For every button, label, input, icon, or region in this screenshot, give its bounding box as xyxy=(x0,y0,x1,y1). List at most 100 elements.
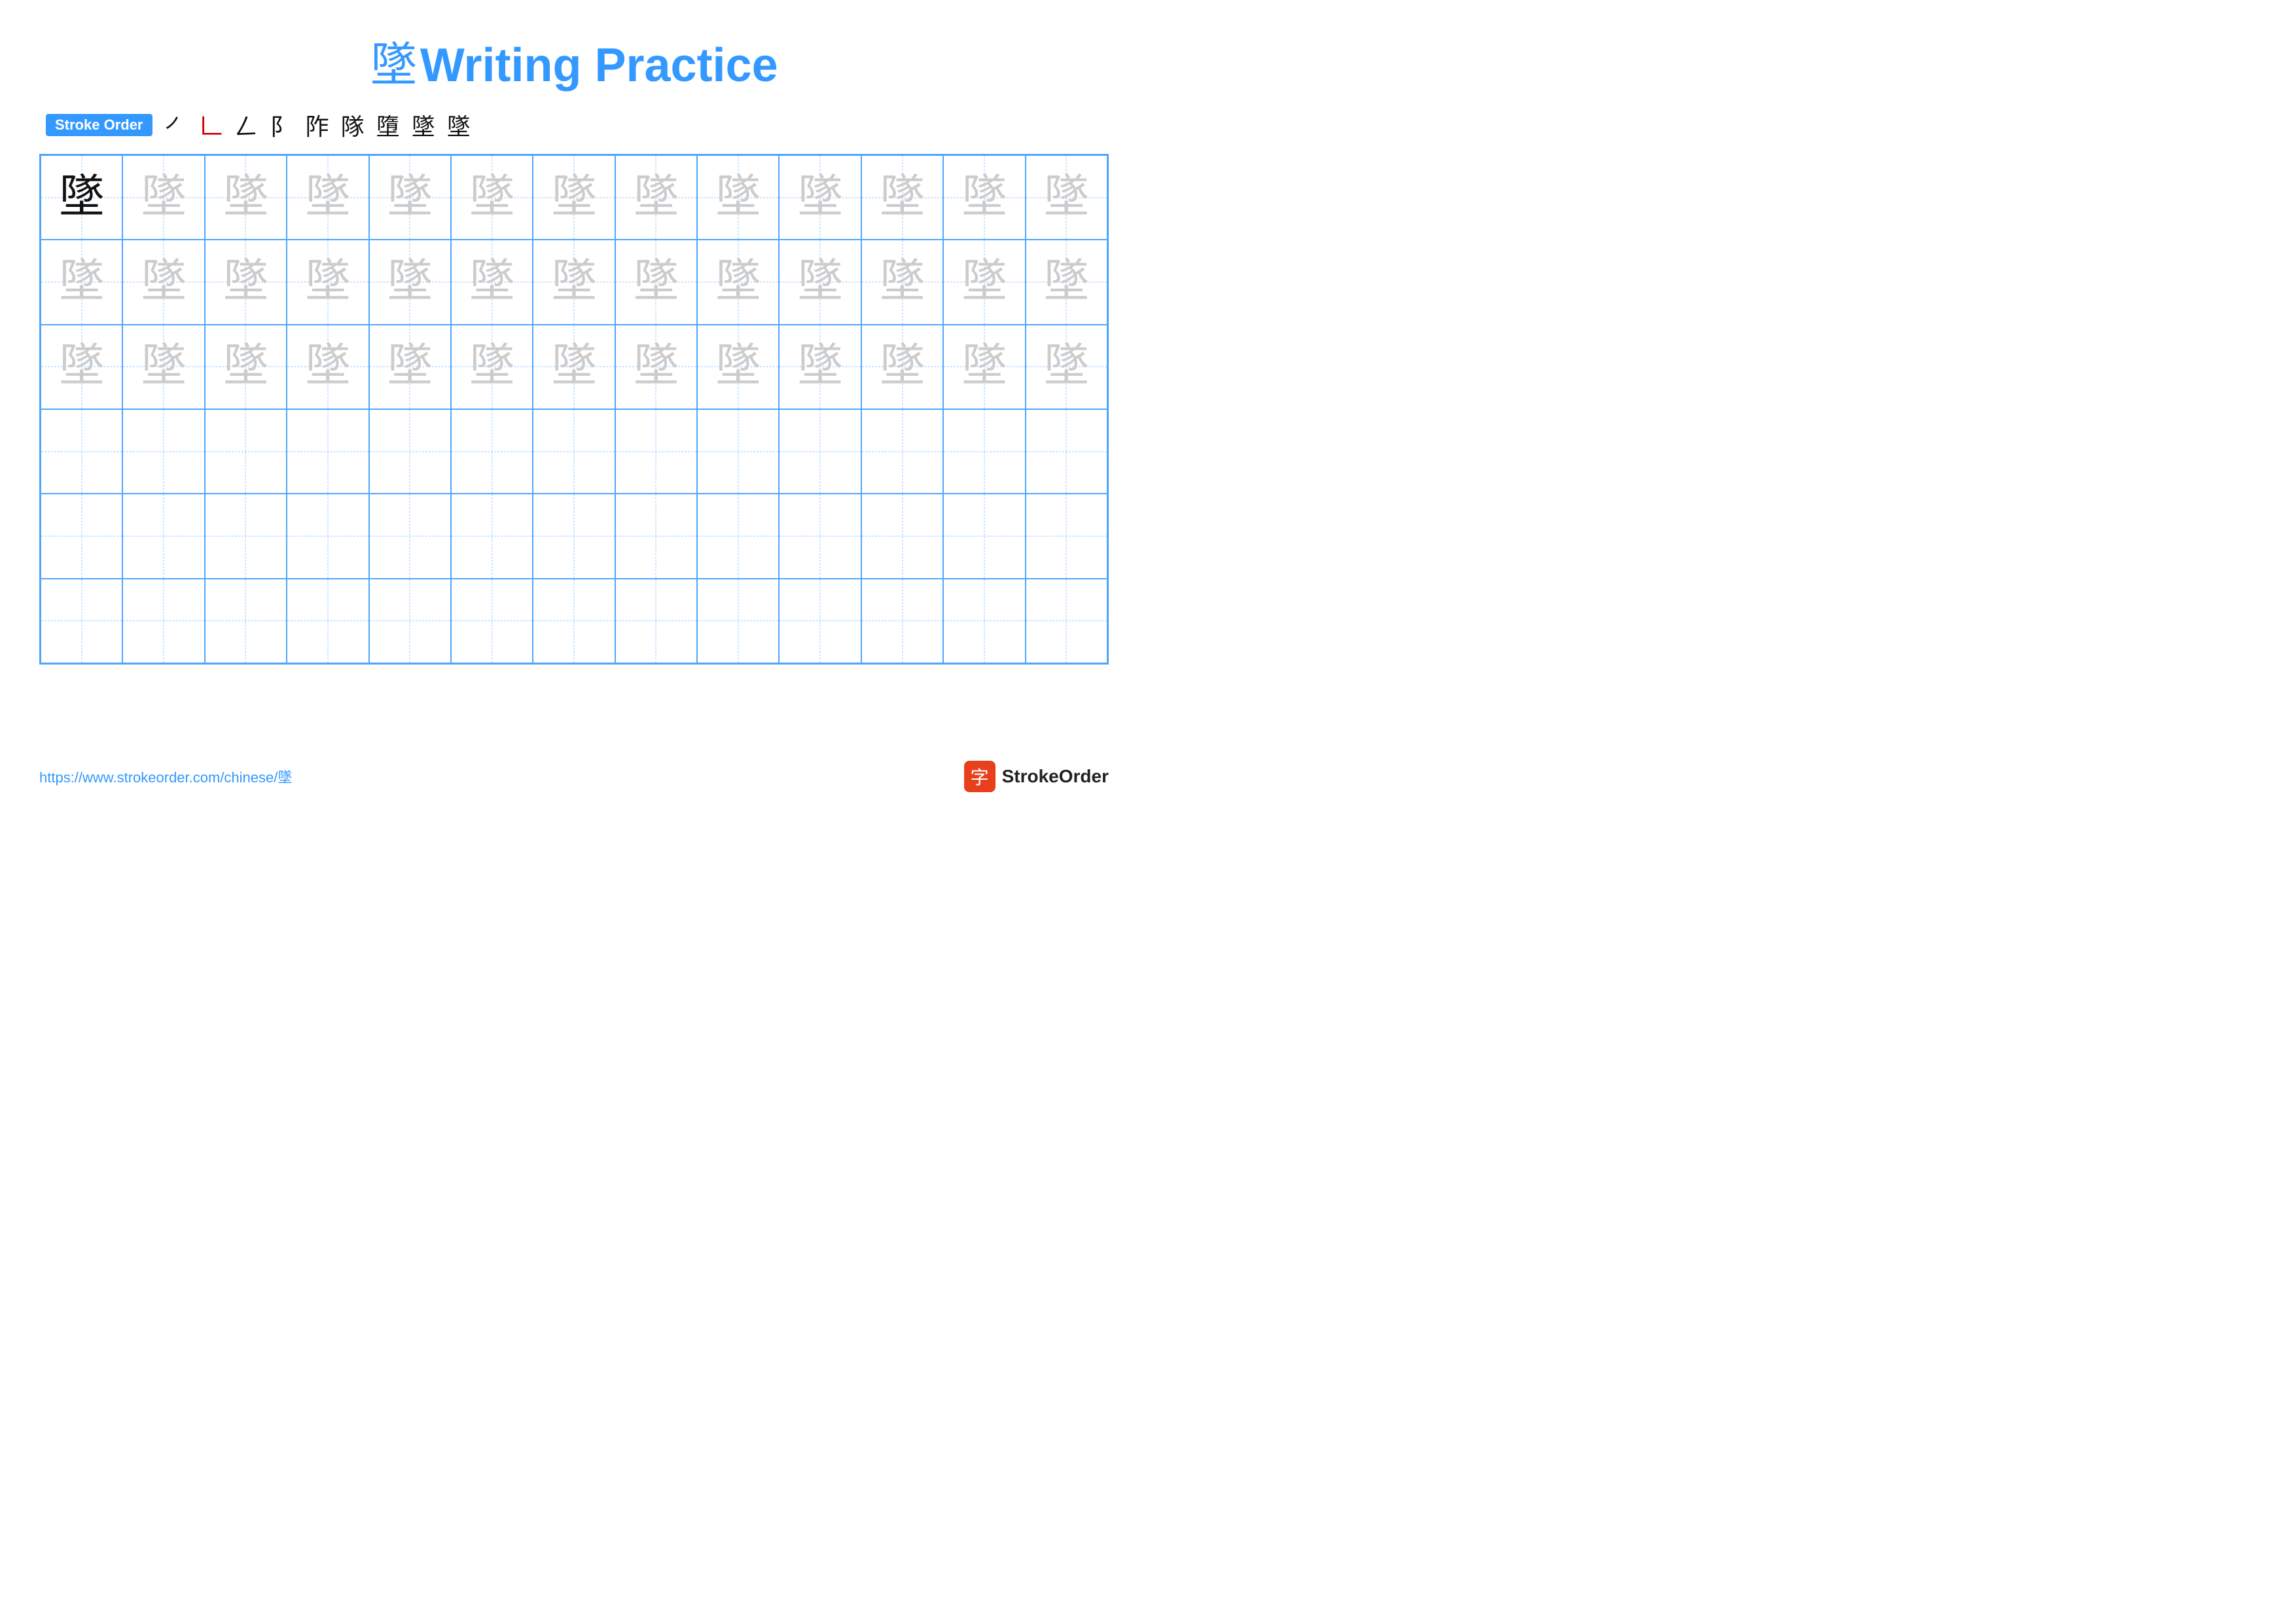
practice-char: 墜 xyxy=(1043,175,1089,221)
grid-cell[interactable]: 墜 xyxy=(697,155,779,240)
practice-char: 墜 xyxy=(469,259,515,305)
grid-cell[interactable] xyxy=(287,409,368,494)
grid-cell[interactable]: 墜 xyxy=(122,240,204,324)
stroke-step-8: 墜 xyxy=(412,108,435,142)
grid-cell[interactable] xyxy=(533,409,615,494)
grid-cell[interactable]: 墜 xyxy=(533,240,615,324)
grid-cell[interactable] xyxy=(205,579,287,663)
grid-cell[interactable] xyxy=(1026,494,1107,578)
grid-cell[interactable] xyxy=(943,579,1025,663)
stroke-step-7: 墮 xyxy=(376,108,400,142)
grid-cell[interactable]: 墜 xyxy=(615,240,697,324)
practice-char: 墜 xyxy=(715,175,761,221)
grid-cell[interactable]: 墜 xyxy=(205,240,287,324)
grid-cell[interactable]: 墜 xyxy=(779,325,861,409)
grid-cell[interactable] xyxy=(122,579,204,663)
grid-cell[interactable] xyxy=(615,409,697,494)
grid-cell[interactable] xyxy=(369,579,451,663)
grid-cell[interactable]: 墜 xyxy=(287,240,368,324)
grid-cell[interactable] xyxy=(41,409,122,494)
grid-cell[interactable]: 墜 xyxy=(122,155,204,240)
grid-cell[interactable] xyxy=(287,579,368,663)
grid-cell[interactable] xyxy=(697,494,779,578)
grid-cell[interactable] xyxy=(287,494,368,578)
grid-cell[interactable]: 墜 xyxy=(697,240,779,324)
practice-char: 墜 xyxy=(59,175,105,221)
grid-cell[interactable] xyxy=(779,409,861,494)
grid-cell[interactable]: 墜 xyxy=(533,325,615,409)
grid-cell[interactable]: 墜 xyxy=(369,155,451,240)
grid-cell[interactable]: 墜 xyxy=(41,240,122,324)
grid-cell[interactable] xyxy=(41,579,122,663)
grid-cell[interactable] xyxy=(122,494,204,578)
grid-cell[interactable] xyxy=(533,579,615,663)
stroke-step-9: 墜 xyxy=(447,108,471,142)
grid-cell[interactable] xyxy=(41,494,122,578)
grid-cell[interactable] xyxy=(1026,409,1107,494)
grid-cell[interactable]: 墜 xyxy=(41,325,122,409)
title-area: 墜 Writing Practice xyxy=(39,26,1109,95)
grid-cell[interactable] xyxy=(697,579,779,663)
grid-cell[interactable]: 墜 xyxy=(451,325,533,409)
grid-cell[interactable]: 墜 xyxy=(205,155,287,240)
stroke-order-badge: Stroke Order xyxy=(46,114,152,136)
grid-cell[interactable]: 墜 xyxy=(369,325,451,409)
grid-cell[interactable]: 墜 xyxy=(451,155,533,240)
grid-cell[interactable]: 墜 xyxy=(861,325,943,409)
practice-char: 墜 xyxy=(1043,259,1089,305)
stroke-step-4: 阝 xyxy=(270,108,294,142)
practice-char: 墜 xyxy=(387,175,433,221)
footer: https://www.strokeorder.com/chinese/墜 字 … xyxy=(39,761,1109,792)
grid-cell[interactable] xyxy=(779,494,861,578)
grid-cell[interactable]: 墜 xyxy=(122,325,204,409)
grid-cell[interactable]: 墜 xyxy=(1026,240,1107,324)
grid-cell[interactable]: 墜 xyxy=(287,155,368,240)
stroke-step-2: 𠃊 xyxy=(200,108,223,142)
grid-cell[interactable] xyxy=(861,494,943,578)
grid-cell[interactable] xyxy=(369,409,451,494)
grid-cell[interactable]: 墜 xyxy=(697,325,779,409)
grid-cell[interactable] xyxy=(943,409,1025,494)
practice-char: 墜 xyxy=(223,259,268,305)
logo-icon: 字 xyxy=(964,761,996,792)
grid-cell[interactable]: 墜 xyxy=(1026,325,1107,409)
grid-cell[interactable]: 墜 xyxy=(779,240,861,324)
grid-cell[interactable] xyxy=(615,579,697,663)
practice-char: 墜 xyxy=(305,175,351,221)
grid-cell[interactable]: 墜 xyxy=(369,240,451,324)
grid-cell[interactable]: 墜 xyxy=(615,155,697,240)
page: 墜 Writing Practice Stroke Order ㇒ 𠃊 𠃋 阝 … xyxy=(0,0,1148,812)
grid-cell[interactable]: 墜 xyxy=(615,325,697,409)
grid-cell[interactable] xyxy=(369,494,451,578)
footer-url[interactable]: https://www.strokeorder.com/chinese/墜 xyxy=(39,766,292,787)
grid-cell[interactable] xyxy=(697,409,779,494)
practice-char: 墜 xyxy=(633,344,679,390)
grid-cell[interactable] xyxy=(615,494,697,578)
grid-cell[interactable]: 墜 xyxy=(943,155,1025,240)
grid-cell[interactable] xyxy=(205,494,287,578)
grid-cell[interactable] xyxy=(451,494,533,578)
practice-char: 墜 xyxy=(633,175,679,221)
grid-cell[interactable] xyxy=(779,579,861,663)
practice-char: 墜 xyxy=(715,259,761,305)
grid-cell[interactable]: 墜 xyxy=(861,240,943,324)
grid-cell[interactable]: 墜 xyxy=(861,155,943,240)
grid-cell[interactable]: 墜 xyxy=(943,325,1025,409)
grid-cell[interactable]: 墜 xyxy=(41,155,122,240)
grid-cell[interactable] xyxy=(122,409,204,494)
grid-cell[interactable]: 墜 xyxy=(533,155,615,240)
grid-cell[interactable]: 墜 xyxy=(205,325,287,409)
grid-cell[interactable] xyxy=(861,579,943,663)
grid-cell[interactable] xyxy=(861,409,943,494)
grid-cell[interactable] xyxy=(205,409,287,494)
grid-cell[interactable] xyxy=(451,579,533,663)
grid-cell[interactable]: 墜 xyxy=(451,240,533,324)
grid-cell[interactable] xyxy=(1026,579,1107,663)
grid-cell[interactable]: 墜 xyxy=(1026,155,1107,240)
grid-cell[interactable]: 墜 xyxy=(943,240,1025,324)
grid-cell[interactable] xyxy=(533,494,615,578)
grid-cell[interactable] xyxy=(451,409,533,494)
grid-cell[interactable]: 墜 xyxy=(287,325,368,409)
grid-cell[interactable]: 墜 xyxy=(779,155,861,240)
grid-cell[interactable] xyxy=(943,494,1025,578)
